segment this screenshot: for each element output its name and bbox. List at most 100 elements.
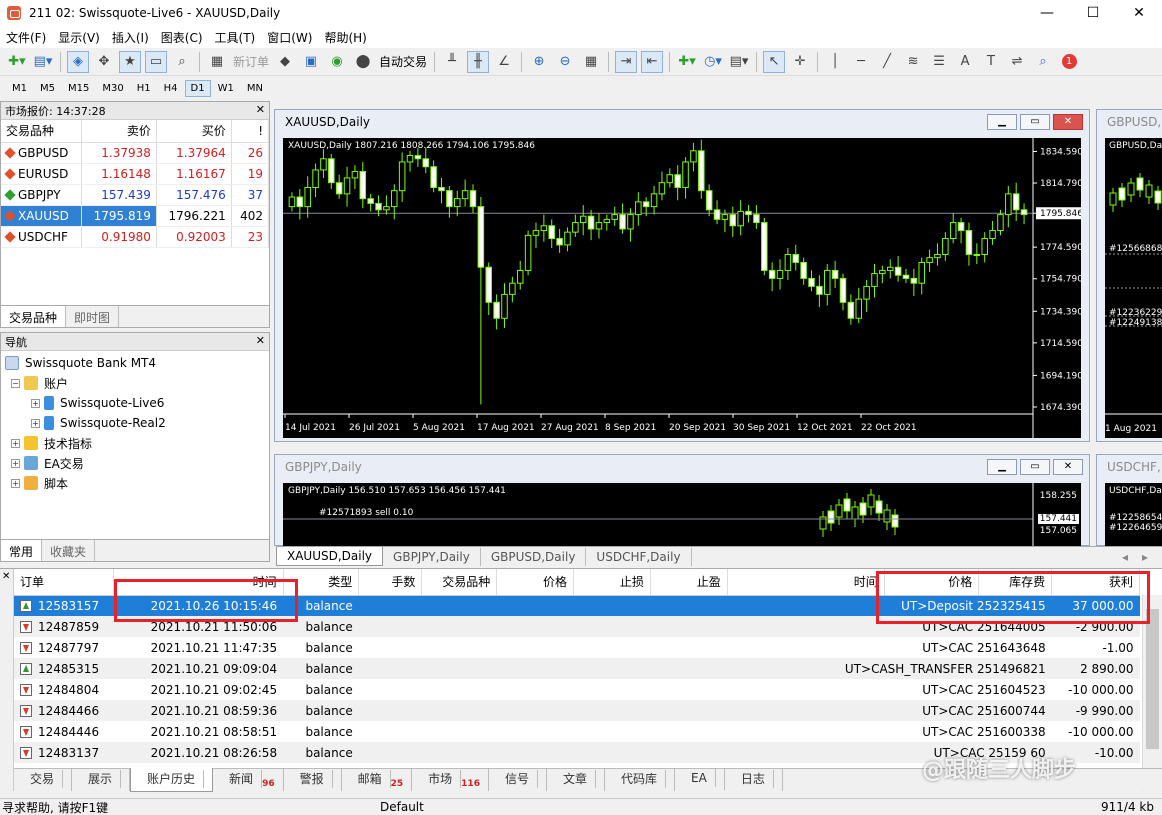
navigator-icon[interactable]: ★ xyxy=(119,50,141,73)
arrows-icon[interactable]: ⇌ xyxy=(1006,51,1028,73)
scripts-icon[interactable]: ▣ xyxy=(300,51,322,73)
cursor-icon[interactable]: ↖ xyxy=(763,50,786,73)
tf-m30[interactable]: M30 xyxy=(96,80,129,97)
tab-journal[interactable]: 日志 xyxy=(725,768,783,791)
new-order-icon[interactable]: ▦ xyxy=(206,51,228,73)
new-chart-icon[interactable]: ✚▾ xyxy=(6,51,28,73)
chart-window-gbpusd[interactable]: GBPUSD,Da GBPUSD,Daily #12566868 #122362… xyxy=(1096,109,1162,442)
notification-icon[interactable]: 1 xyxy=(1058,51,1080,73)
strategy-tester-icon[interactable]: ⌕ xyxy=(171,51,193,73)
table-row[interactable]: 12487797 2021.10.21 11:47:35 balance UT>… xyxy=(14,637,1140,658)
tf-m15[interactable]: M15 xyxy=(62,80,95,97)
tab-alerts[interactable]: 警报 xyxy=(284,768,342,791)
close-icon[interactable]: ✕ xyxy=(256,103,265,116)
label-icon[interactable]: T xyxy=(980,51,1002,73)
chart-close-button[interactable]: ✕ xyxy=(1053,459,1083,475)
chart-shift-icon[interactable]: ⇤ xyxy=(641,50,664,73)
table-row[interactable]: EURUSD 1.16148 1.16167 19 xyxy=(1,163,270,185)
tabs-scroll-right-icon[interactable]: ▸ xyxy=(1132,548,1158,566)
tf-m1[interactable]: M1 xyxy=(6,80,33,97)
vertical-line-icon[interactable]: │ xyxy=(824,51,846,73)
search-icon[interactable]: ⌕ xyxy=(1032,51,1054,73)
candlestick-chart[interactable] xyxy=(1105,138,1162,438)
tree-accounts[interactable]: − 账户 xyxy=(5,373,166,393)
data-window-icon[interactable]: ✥ xyxy=(93,51,115,73)
tab-exposure[interactable]: 展示 xyxy=(72,768,131,791)
tab-mailbox[interactable]: 邮箱 25 xyxy=(342,768,413,791)
tree-indicators[interactable]: + 技术指标 xyxy=(5,433,166,453)
window-tab-usdchf[interactable]: USDCHF,Daily xyxy=(586,547,692,566)
chart-minimize-button[interactable]: ▁ xyxy=(987,114,1017,130)
tab-market[interactable]: 市场 116 xyxy=(412,768,489,791)
tf-d1[interactable]: D1 xyxy=(184,79,211,97)
tree-root[interactable]: Swissquote Bank MT4 xyxy=(5,353,166,373)
tab-trade[interactable]: 交易 xyxy=(14,768,73,791)
tf-h1[interactable]: H1 xyxy=(131,80,157,97)
market-watch-icon[interactable]: ◈ xyxy=(67,50,89,73)
tab-common[interactable]: 常用 xyxy=(1,540,43,561)
channel-icon[interactable]: ≋ xyxy=(902,51,924,73)
zoom-out-icon[interactable]: ⊖ xyxy=(554,51,576,73)
auto-scroll-icon[interactable]: ⇥ xyxy=(615,50,638,73)
price-chart[interactable]: GBPUSD,Daily #12566868 #12236229 #122491… xyxy=(1105,138,1162,438)
price-chart[interactable]: USDCHF,Daily #12258654 #12264659 xyxy=(1105,483,1162,547)
terminal-icon[interactable]: ▭ xyxy=(145,50,167,73)
chart-window-usdchf[interactable]: USDCHF, USDCHF,Daily #12258654 #12264659 xyxy=(1096,454,1162,547)
menu-view[interactable]: 显示(V) xyxy=(52,29,106,46)
tree-scripts[interactable]: + 脚本 xyxy=(5,473,166,493)
tab-articles[interactable]: 文章 xyxy=(547,768,605,791)
maximize-button[interactable]: ☐ xyxy=(1070,0,1116,26)
horizontal-line-icon[interactable]: ─ xyxy=(850,51,872,73)
tf-m5[interactable]: M5 xyxy=(34,80,61,97)
auto-trading-icon[interactable]: ⬤ xyxy=(352,51,374,73)
candlestick-icon[interactable]: ╫ xyxy=(467,50,490,73)
chart-window-gbpjpy[interactable]: GBPJPY,Daily ▁ ▭ ✕ GBPJPY,Daily 156.510 … xyxy=(274,454,1090,547)
window-tab-gbpusd[interactable]: GBPUSD,Daily xyxy=(481,547,587,566)
candlestick-chart[interactable]: 1834.590 1814.790 1795.846 1774.590 1754.790… xyxy=(283,138,1081,438)
crosshair-icon[interactable]: ✛ xyxy=(789,51,811,73)
col-tp[interactable]: 止盈 xyxy=(650,569,728,596)
tree-account-live6[interactable]: + Swissquote-Live6 xyxy=(5,393,166,413)
table-row[interactable]: 12485315 2021.10.21 09:09:04 balance UT>… xyxy=(14,658,1140,679)
tf-w1[interactable]: W1 xyxy=(212,80,240,97)
tf-h4[interactable]: H4 xyxy=(158,80,184,97)
tab-code-base[interactable]: 代码库 xyxy=(605,768,676,791)
window-tab-gbpjpy[interactable]: GBPJPY,Daily xyxy=(383,547,481,566)
price-chart[interactable]: 1834.590 1814.790 1795.846 1774.590 1754.790… xyxy=(283,138,1081,438)
new-order-label[interactable]: 新订单 xyxy=(233,53,269,70)
chart-minimize-button[interactable]: ▁ xyxy=(987,459,1017,475)
col-symbol[interactable]: 交易品种 xyxy=(421,569,498,596)
tree-ea[interactable]: + EA交易 xyxy=(5,453,166,473)
table-row[interactable]: 12484446 2021.10.21 08:58:51 balance UT>… xyxy=(14,721,1140,742)
menu-window[interactable]: 窗口(W) xyxy=(261,29,318,46)
editor-icon[interactable]: ◆ xyxy=(274,51,296,73)
window-tab-xauusd[interactable]: XAUUSD,Daily xyxy=(276,547,384,566)
tree-account-real2[interactable]: + Swissquote-Real2 xyxy=(5,413,166,433)
auto-trading-label[interactable]: 自动交易 xyxy=(379,53,427,70)
templates-icon[interactable]: ▤▾ xyxy=(728,51,750,73)
tab-tick-chart[interactable]: 即时图 xyxy=(66,306,120,327)
fibonacci-icon[interactable]: ☰ xyxy=(928,51,950,73)
col-order[interactable]: 订单 xyxy=(14,569,115,596)
col-ask[interactable]: 买价 xyxy=(156,120,232,143)
table-row[interactable]: USDCHF 0.91980 0.92003 23 xyxy=(1,226,270,248)
line-chart-icon[interactable]: ∠ xyxy=(493,51,515,73)
tab-favorites[interactable]: 收藏夹 xyxy=(42,540,96,561)
tf-mn[interactable]: MN xyxy=(241,80,269,97)
minimize-button[interactable]: — xyxy=(1024,0,1070,26)
table-row[interactable]: 12484804 2021.10.21 09:02:45 balance UT>… xyxy=(14,679,1140,700)
zoom-in-icon[interactable]: ⊕ xyxy=(528,51,550,73)
trendline-icon[interactable]: ╱ xyxy=(876,51,898,73)
terminal-scrollbar[interactable] xyxy=(1142,595,1162,791)
table-row[interactable]: GBPUSD 1.37938 1.37964 26 xyxy=(1,142,270,164)
menu-tools[interactable]: 工具(T) xyxy=(209,29,262,46)
status-profile[interactable]: Default xyxy=(350,800,424,814)
menu-insert[interactable]: 插入(I) xyxy=(106,29,155,46)
close-button[interactable]: ✕ xyxy=(1116,0,1162,26)
col-lots[interactable]: 手数 xyxy=(358,569,423,596)
tile-windows-icon[interactable]: ▦ xyxy=(580,51,602,73)
indicators-icon[interactable]: ✚▾ xyxy=(676,51,698,73)
chart-close-button[interactable]: ✕ xyxy=(1053,114,1083,130)
table-row[interactable]: 12484466 2021.10.21 08:59:36 balance UT>… xyxy=(14,700,1140,721)
col-price[interactable]: 价格 xyxy=(496,569,575,596)
